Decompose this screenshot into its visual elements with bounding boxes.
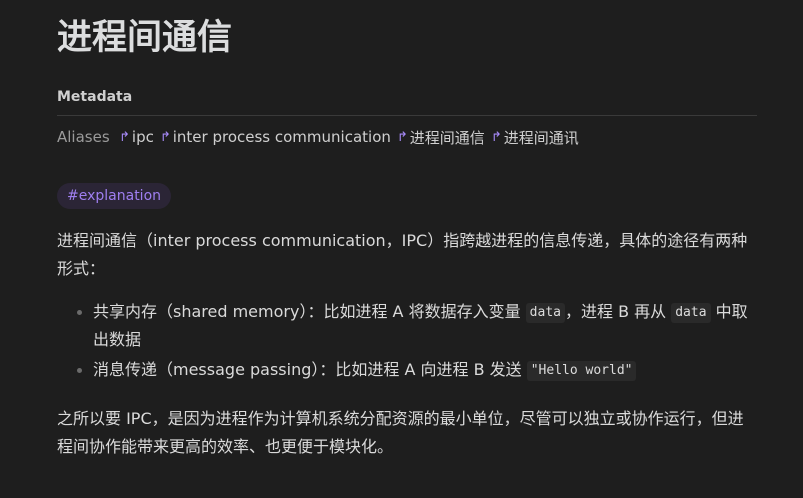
conclusion-paragraph: 之所以要 IPC，是因为进程作为计算机系统分配资源的最小单位，尽管可以独立或协作… xyxy=(57,409,744,456)
list-item: 消息传递（message passing）：比如进程 A 向进程 B 发送 "H… xyxy=(57,356,757,384)
metadata-divider xyxy=(57,115,757,116)
metadata-heading: Metadata xyxy=(57,89,133,105)
alias-link-arrow-icon: ↱ xyxy=(490,129,502,145)
alias-label: inter process communication xyxy=(172,128,391,146)
bullet-text: 消息传递（message passing）：比如进程 A 向进程 B 发送 xyxy=(93,360,522,379)
alias-link-jincheng-tongxin[interactable]: ↱ 进程间通信 xyxy=(397,127,485,148)
page-title: 进程间通信 xyxy=(57,18,233,58)
list-item: 共享内存（shared memory）：比如进程 A 将数据存入变量 data，… xyxy=(57,298,757,354)
aliases-label: Aliases xyxy=(57,128,110,146)
alias-label: ipc xyxy=(131,128,154,146)
alias-label: 进程间通讯 xyxy=(503,128,579,147)
aliases-row: Aliases ↱ ipc ↱ inter process communicat… xyxy=(57,126,585,148)
alias-link-arrow-icon: ↱ xyxy=(396,129,408,145)
alias-link-arrow-icon: ↱ xyxy=(119,129,130,145)
inline-code: data xyxy=(671,303,711,323)
alias-link-jincheng-tongxun[interactable]: ↱ 进程间通讯 xyxy=(491,127,579,148)
intro-paragraph: 进程间通信（inter process communication，IPC）指跨… xyxy=(57,231,748,278)
bullet-text: 共享内存（shared memory）：比如进程 A 将数据存入变量 xyxy=(93,302,521,321)
alias-link-inter-process-communication[interactable]: ↱ inter process communication xyxy=(160,128,391,146)
alias-link-arrow-icon: ↱ xyxy=(159,129,171,145)
bullet-text: ，进程 B 再从 xyxy=(564,302,667,321)
tag-explanation[interactable]: #explanation xyxy=(57,183,172,209)
bullet-list: 共享内存（shared memory）：比如进程 A 将数据存入变量 data，… xyxy=(57,298,757,384)
alias-link-ipc[interactable]: ↱ ipc xyxy=(119,128,154,146)
alias-label: 进程间通信 xyxy=(409,128,485,147)
inline-code: "Hello world" xyxy=(526,361,637,381)
bullet-dot-icon xyxy=(77,368,82,373)
inline-code: data xyxy=(525,303,565,323)
bullet-dot-icon xyxy=(77,310,82,315)
